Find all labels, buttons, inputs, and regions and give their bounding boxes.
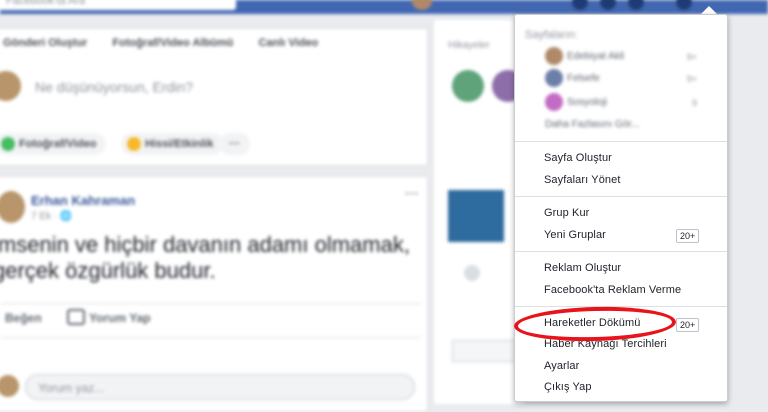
menu-item-create-group[interactable]: Grup Kur xyxy=(544,207,589,219)
comment-avatar xyxy=(0,375,19,397)
more-label: ··· xyxy=(229,138,240,150)
menu-item-settings[interactable]: Ayarlar xyxy=(544,360,579,372)
like-button[interactable]: Beğen xyxy=(5,311,42,325)
post-author-name[interactable]: Erhan Kahraman xyxy=(31,193,135,208)
tab-create-post[interactable]: Gönderi Oluştur xyxy=(3,37,87,49)
menu-divider xyxy=(515,251,727,252)
menu-item-manage-pages[interactable]: Sayfaları Yönet xyxy=(544,174,621,186)
photo-video-label: Fotoğraf/Video xyxy=(19,138,97,150)
right-column: Hikayeler xyxy=(434,20,524,404)
feeling-activity-button[interactable]: Hissi/Etkinlik xyxy=(121,133,224,155)
post-options-icon[interactable]: ··· xyxy=(405,185,419,201)
right-column-button[interactable] xyxy=(452,340,520,362)
menu-divider xyxy=(515,141,727,142)
page-count-2: 9+ xyxy=(686,74,697,84)
menu-item-new-groups[interactable]: Yeni Gruplar xyxy=(544,229,606,241)
comment-icon xyxy=(67,309,85,325)
page-avatar[interactable] xyxy=(545,47,563,65)
story-avatar[interactable] xyxy=(452,70,484,102)
pages-section-title: Sayfaların: xyxy=(525,29,578,41)
post-text-line-2: gerçek özgürlük budur. xyxy=(0,258,216,283)
page-count-3: 9 xyxy=(691,98,697,108)
post-author-avatar[interactable] xyxy=(0,191,25,223)
post-timestamp[interactable]: 7 Ek · 🌐 xyxy=(31,211,72,222)
menu-item-create-ad[interactable]: Reklam Oluştur xyxy=(544,262,621,274)
sponsored-image[interactable] xyxy=(448,190,504,242)
post-card: Erhan Kahraman 7 Ek · 🌐 ··· imsenin ve h… xyxy=(0,176,428,412)
page-link-1[interactable]: Edebiyat Akli xyxy=(567,51,624,62)
photo-icon xyxy=(1,137,15,151)
composer-avatar xyxy=(0,71,21,101)
post-text-line-1: imsenin ve hiçbir davanın adamı olmamak, xyxy=(0,232,410,257)
menu-item-advertising[interactable]: Facebook'ta Reklam Verme xyxy=(544,284,681,296)
divider xyxy=(1,303,421,304)
page-link-2[interactable]: Felsefe xyxy=(567,73,600,84)
search-input[interactable]: Facebook'ta Ara xyxy=(0,0,236,10)
comment-input[interactable]: Yorum yaz... xyxy=(25,374,415,400)
composer-input[interactable]: Ne düşünüyorsun, Erdin? xyxy=(35,79,193,95)
page-avatar[interactable] xyxy=(545,93,563,111)
menu-item-logout[interactable]: Çıkış Yap xyxy=(544,381,592,393)
feeling-label: Hissi/Etkinlik xyxy=(145,138,214,150)
menu-item-create-page[interactable]: Sayfa Oluştur xyxy=(544,152,612,164)
page-link-3[interactable]: Sosyoloji xyxy=(567,97,607,108)
menu-divider xyxy=(515,196,727,197)
stories-title: Hikayeler xyxy=(448,40,490,51)
like-page-icon[interactable] xyxy=(464,265,480,281)
new-groups-badge: 20+ xyxy=(676,229,700,243)
photo-video-button[interactable]: Fotoğraf/Video xyxy=(0,133,107,155)
comment-button[interactable]: Yorum Yap xyxy=(89,311,151,325)
composer-card: Gönderi Oluştur Fotoğraf/Video Albümü Ca… xyxy=(0,28,428,166)
activity-log-badge: 20+ xyxy=(676,318,700,332)
page-count-1: 9+ xyxy=(686,52,697,62)
tab-photo-album[interactable]: Fotoğraf/Video Albümü xyxy=(112,37,233,49)
tab-live-video[interactable]: Canlı Video xyxy=(258,37,318,49)
see-more-link[interactable]: Daha Fazlasını Gör... xyxy=(545,119,640,130)
account-dropdown-menu: Sayfaların: Edebiyat Akli 9+ Felsefe 9+ … xyxy=(514,14,728,402)
divider xyxy=(1,337,421,338)
composer-tabs: Gönderi Oluştur Fotoğraf/Video Albümü Ca… xyxy=(3,37,340,49)
more-options-button[interactable]: ··· xyxy=(219,133,250,155)
feeling-icon xyxy=(127,137,141,151)
page-avatar[interactable] xyxy=(545,69,563,87)
